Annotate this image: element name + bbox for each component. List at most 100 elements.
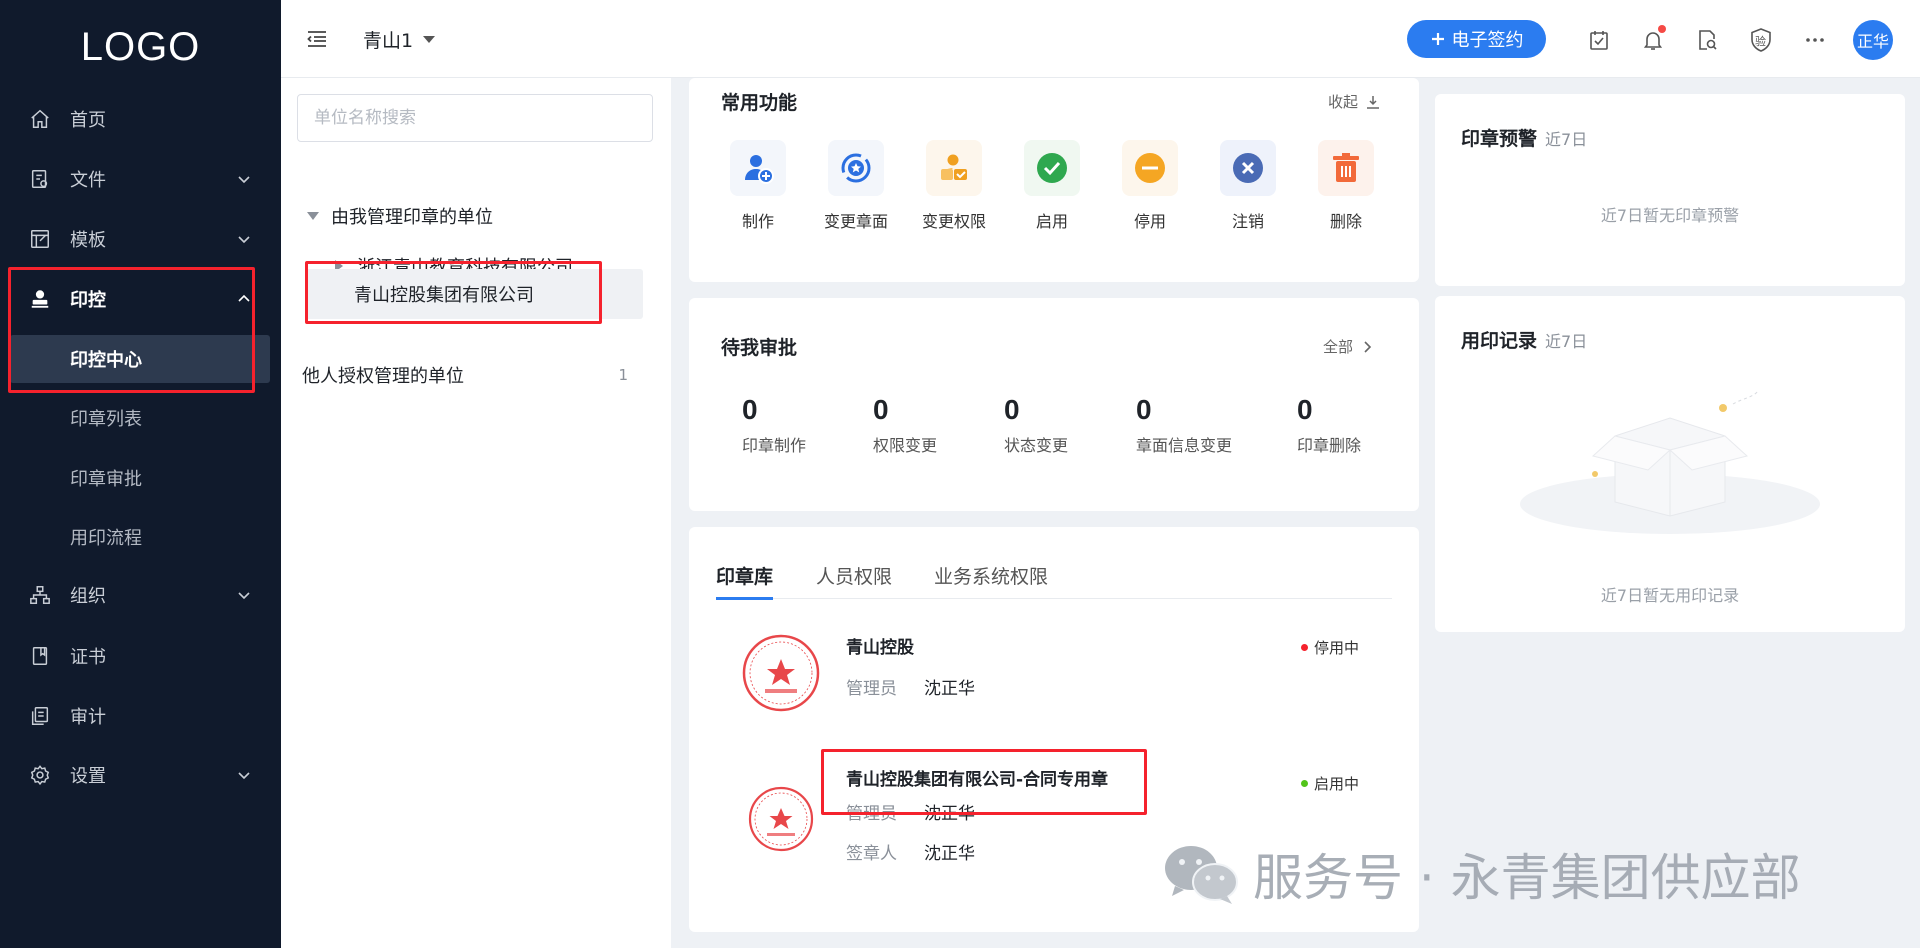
sidebar-item-label: 审计: [70, 707, 106, 728]
wechat-icon: [1165, 846, 1238, 904]
seal-name: 青山控股: [846, 638, 914, 658]
empty-message: 近7日暂无印章预警: [1600, 206, 1740, 225]
func-label: 变更章面: [823, 212, 888, 231]
card-subtitle: 近7日: [1545, 130, 1588, 149]
file-icon: [28, 167, 52, 191]
esign-button[interactable]: 电子签约: [1407, 20, 1546, 58]
tab-personnel-permission[interactable]: 人员权限: [816, 551, 892, 599]
sidebar-item-label: 设置: [70, 766, 106, 787]
card-subtitle: 近7日: [1545, 332, 1588, 351]
avatar[interactable]: 正华: [1853, 20, 1893, 60]
sidebar-item-label: 模板: [70, 230, 106, 251]
bell-icon[interactable]: [1640, 25, 1666, 53]
sidebar-item-home[interactable]: 首页: [0, 95, 281, 143]
card-title: 印章预警 近7日: [1461, 124, 1587, 151]
stat-number: 0: [742, 394, 758, 425]
doc-search-icon[interactable]: [1694, 27, 1720, 53]
sidebar-item-certificate[interactable]: 证书: [0, 632, 281, 680]
audit-icon: [28, 704, 52, 728]
change-permission-icon: [926, 140, 982, 196]
func-make[interactable]: 制作: [709, 140, 807, 232]
stat-face-info-change[interactable]: 0 章面信息变更: [1136, 394, 1232, 456]
stat-label: 印章制作: [742, 436, 807, 455]
seal-item[interactable]: 青山控股 管理员 沈正华 停用中: [689, 627, 1419, 737]
stat-number: 0: [1004, 394, 1020, 425]
unit-search-input[interactable]: [297, 94, 653, 142]
tree-group-label: 由我管理印章的单位: [331, 207, 493, 228]
stat-number: 0: [873, 394, 889, 425]
sidebar-sub-seal-list[interactable]: 印章列表: [0, 394, 281, 442]
stat-permission-change[interactable]: 0 权限变更: [873, 394, 937, 456]
org-icon: [28, 583, 52, 607]
sidebar-item-label: 文件: [70, 170, 106, 191]
tab-label: 业务系统权限: [934, 565, 1049, 588]
tab-business-permission[interactable]: 业务系统权限: [934, 551, 1048, 599]
highlight-box: [305, 261, 602, 324]
status-label: 停用中: [1314, 639, 1360, 657]
stat-number: 0: [1297, 394, 1313, 425]
chevron-right-icon: [1364, 340, 1372, 353]
more-icon[interactable]: [1802, 27, 1828, 53]
card-title: 用印记录 近7日: [1461, 326, 1587, 353]
download-icon: [1367, 95, 1380, 109]
tree-group-authorized[interactable]: 他人授权管理的单位 1: [302, 350, 652, 400]
func-disable[interactable]: 停用: [1101, 140, 1199, 232]
sidebar-item-settings[interactable]: 设置: [0, 751, 281, 799]
func-label: 启用: [1035, 212, 1068, 231]
enable-icon: [1024, 140, 1080, 196]
verify-shield-icon[interactable]: 验: [1748, 27, 1774, 53]
view-all-label: 全部: [1323, 338, 1354, 356]
certificate-icon: [28, 644, 52, 668]
org-switcher[interactable]: 青山1: [363, 26, 436, 53]
func-enable[interactable]: 启用: [1003, 140, 1101, 232]
field-label: 管理员: [846, 679, 897, 699]
sidebar-item-label: 首页: [70, 110, 106, 131]
sidebar: LOGO 首页 文件 模板 印控 印控中心 印章列表 印章审批 用印流程 组织 …: [0, 0, 281, 948]
func-label: 变更权限: [921, 212, 986, 231]
func-delete[interactable]: 删除: [1297, 140, 1395, 232]
func-cancel[interactable]: 注销: [1199, 140, 1297, 232]
sidebar-sub-seal-approval[interactable]: 印章审批: [0, 454, 281, 502]
sidebar-item-template[interactable]: 模板: [0, 215, 281, 263]
sidebar-item-org[interactable]: 组织: [0, 571, 281, 619]
tree-group-managed[interactable]: 由我管理印章的单位: [307, 191, 493, 241]
stat-label: 印章删除: [1297, 436, 1362, 455]
chevron-down-icon: [238, 772, 250, 780]
stat-number: 0: [1136, 394, 1152, 425]
field-value: 沈正华: [924, 679, 975, 699]
verify-icon-text: 验: [1755, 35, 1766, 48]
card-title-text: 印章预警: [1461, 128, 1538, 150]
view-all-link[interactable]: 全部: [1323, 336, 1373, 357]
func-label: 停用: [1133, 212, 1166, 231]
stat-status-change[interactable]: 0 状态变更: [1004, 394, 1068, 456]
task-check-icon[interactable]: [1586, 27, 1612, 53]
pending-approval-card: 待我审批 全部 0 印章制作 0 权限变更 0 状态变更 0 章面信息变更 0 …: [689, 298, 1419, 511]
chevron-down-icon: [238, 592, 250, 600]
func-label: 注销: [1231, 212, 1264, 231]
stat-seal-make[interactable]: 0 印章制作: [742, 394, 806, 456]
tab-label: 人员权限: [816, 565, 893, 588]
org-name: 青山1: [363, 30, 414, 52]
tab-active-indicator: [716, 597, 773, 600]
stat-label: 状态变更: [1004, 436, 1069, 455]
collapse-link[interactable]: 收起: [1328, 91, 1380, 112]
collapse-label: 收起: [1328, 93, 1359, 111]
seal-usage-card: 用印记录 近7日 近7日暂无用印记录: [1435, 296, 1905, 632]
notification-dot: [1658, 25, 1666, 33]
chevron-down-icon: [238, 176, 250, 184]
menu-collapse-icon[interactable]: [305, 27, 329, 51]
highlight-box: [821, 749, 1147, 815]
sidebar-item-audit[interactable]: 审计: [0, 692, 281, 740]
tab-seal-library[interactable]: 印章库: [716, 551, 773, 600]
library-tabs: 印章库 人员权限 业务系统权限: [716, 551, 1392, 600]
func-change-face[interactable]: 变更章面: [807, 140, 905, 232]
sidebar-sub-seal-flow[interactable]: 用印流程: [0, 513, 281, 561]
stat-seal-delete[interactable]: 0 印章删除: [1297, 394, 1361, 456]
top-bar: 青山1 电子签约 验 正华: [281, 0, 1920, 78]
card-title-text: 用印记录: [1461, 330, 1538, 352]
func-change-permission[interactable]: 变更权限: [905, 140, 1003, 232]
unit-tree-panel: 由我管理印章的单位 浙江青山教育科技有限公司 青山控股集团有限公司 他人授权管理…: [281, 78, 671, 948]
sidebar-item-file[interactable]: 文件: [0, 155, 281, 203]
seal-status: 停用中: [1301, 637, 1359, 658]
field-label: 签章人: [846, 844, 897, 864]
